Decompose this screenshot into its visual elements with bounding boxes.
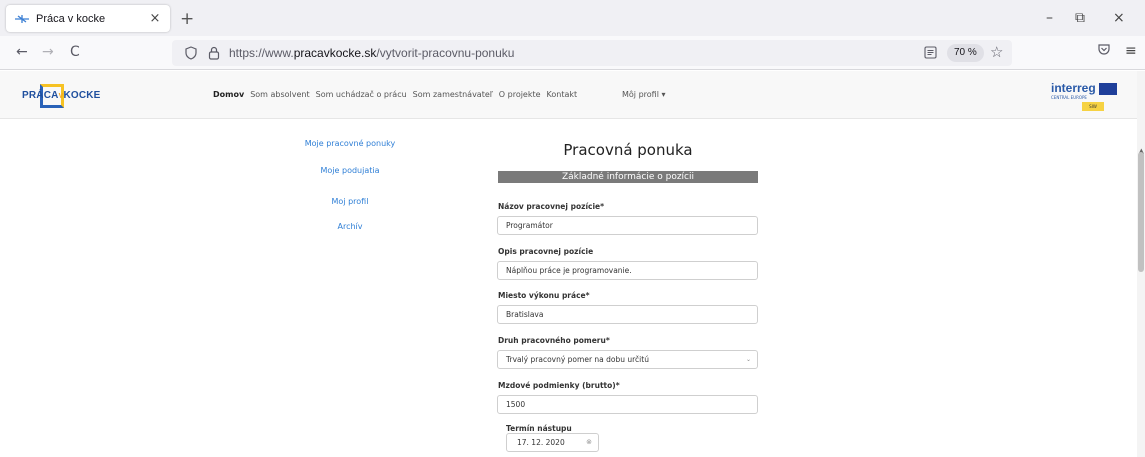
nav-item-domov[interactable]: Domov <box>213 90 244 99</box>
position-name-label: Názov pracovnej pozície* <box>498 202 605 211</box>
start-date-input[interactable]: 17. 12. 2020 ⊗ <box>506 433 599 452</box>
restore-button[interactable]: ⧉ <box>1075 10 1085 26</box>
close-window-button[interactable]: × <box>1113 10 1125 26</box>
site-favicon-icon <box>14 14 30 24</box>
nav-item-kontakt[interactable]: Kontakt <box>547 90 578 99</box>
page-content: PRÁCAVKOCKE Domov Som absolvent Som uchá… <box>0 71 1137 457</box>
tab-title: Práca v kocke <box>36 12 106 25</box>
url-text[interactable]: https://www.pracavkocke.sk/vytvorit-prac… <box>229 46 514 60</box>
sidebar-item-archive[interactable]: Archív <box>300 222 400 231</box>
nav-item-som-absolvent[interactable]: Som absolvent <box>250 90 309 99</box>
interreg-logo: interreg CENTRAL EUROPE SIW <box>1051 81 1119 111</box>
browser-navbar: ← → C https://www.pracavkocke.sk/vytvori… <box>0 36 1145 70</box>
url-bar[interactable]: https://www.pracavkocke.sk/vytvorit-prac… <box>172 40 1012 66</box>
main-nav: Domov Som absolvent Som uchádzač o prácu… <box>213 90 577 99</box>
tracking-shield-icon[interactable] <box>184 46 198 60</box>
sidebar-item-my-events[interactable]: Moje podujatia <box>300 166 400 175</box>
nav-item-som-uchadzac[interactable]: Som uchádzač o prácu <box>316 90 407 99</box>
site-logo[interactable]: PRÁCAVKOCKE <box>22 83 100 109</box>
chevron-down-icon: ⌄ <box>745 356 751 363</box>
position-description-input[interactable]: Náplňou práce je programovanie. <box>497 261 758 280</box>
scroll-thumb[interactable] <box>1138 152 1144 272</box>
back-button[interactable]: ← <box>16 44 28 60</box>
reader-view-icon[interactable] <box>924 46 937 59</box>
section-header: Základné informácie o pozícii <box>498 171 758 183</box>
reload-button[interactable]: C <box>70 44 80 60</box>
salary-label: Mzdové podmienky (brutto)* <box>498 381 620 390</box>
position-description-label: Opis pracovnej pozície <box>498 247 594 256</box>
page-title: Pracovná ponuka <box>563 141 693 159</box>
nav-item-o-projekte[interactable]: O projekte <box>499 90 541 99</box>
nav-item-som-zamestnavatel[interactable]: Som zamestnávateľ <box>413 90 493 99</box>
eu-flag-icon <box>1099 83 1117 95</box>
sidebar-item-my-job-offers[interactable]: Moje pracovné ponuky <box>300 139 400 148</box>
browser-tabstrip: Práca v kocke × + – ⧉ × <box>0 0 1145 36</box>
work-location-label: Miesto výkonu práce* <box>498 291 590 300</box>
start-date-label: Termín nástupu <box>506 424 572 433</box>
employment-type-select[interactable]: Trvalý pracovný pomer na dobu určitú ⌄ <box>497 350 758 369</box>
minimize-button[interactable]: – <box>1046 10 1053 26</box>
position-name-input[interactable]: Programátor <box>497 216 758 235</box>
sidebar-item-my-profile[interactable]: Moj profil <box>300 197 400 206</box>
new-tab-button[interactable]: + <box>180 9 194 29</box>
browser-tab[interactable]: Práca v kocke × <box>6 5 170 32</box>
bookmark-star-icon[interactable]: ☆ <box>990 43 1003 61</box>
work-location-input[interactable]: Bratislava <box>497 305 758 324</box>
profile-dropdown[interactable]: Môj profil ▾ <box>622 90 665 99</box>
account-sidenav: Moje pracovné ponuky Moje podujatia Moj … <box>300 139 400 231</box>
salary-input[interactable]: 1500 <box>497 395 758 414</box>
employment-type-label: Druh pracovného pomeru* <box>498 336 610 345</box>
zoom-level-badge[interactable]: 70 % <box>947 44 984 62</box>
clear-date-icon[interactable]: ⊗ <box>586 434 592 451</box>
hamburger-menu-icon[interactable]: ≡ <box>1125 43 1137 59</box>
forward-button[interactable]: → <box>42 44 54 60</box>
lock-icon[interactable] <box>208 46 220 60</box>
site-header: PRÁCAVKOCKE Domov Som absolvent Som uchá… <box>0 71 1137 119</box>
tab-close-icon[interactable]: × <box>148 11 162 26</box>
pocket-icon[interactable] <box>1097 43 1111 57</box>
